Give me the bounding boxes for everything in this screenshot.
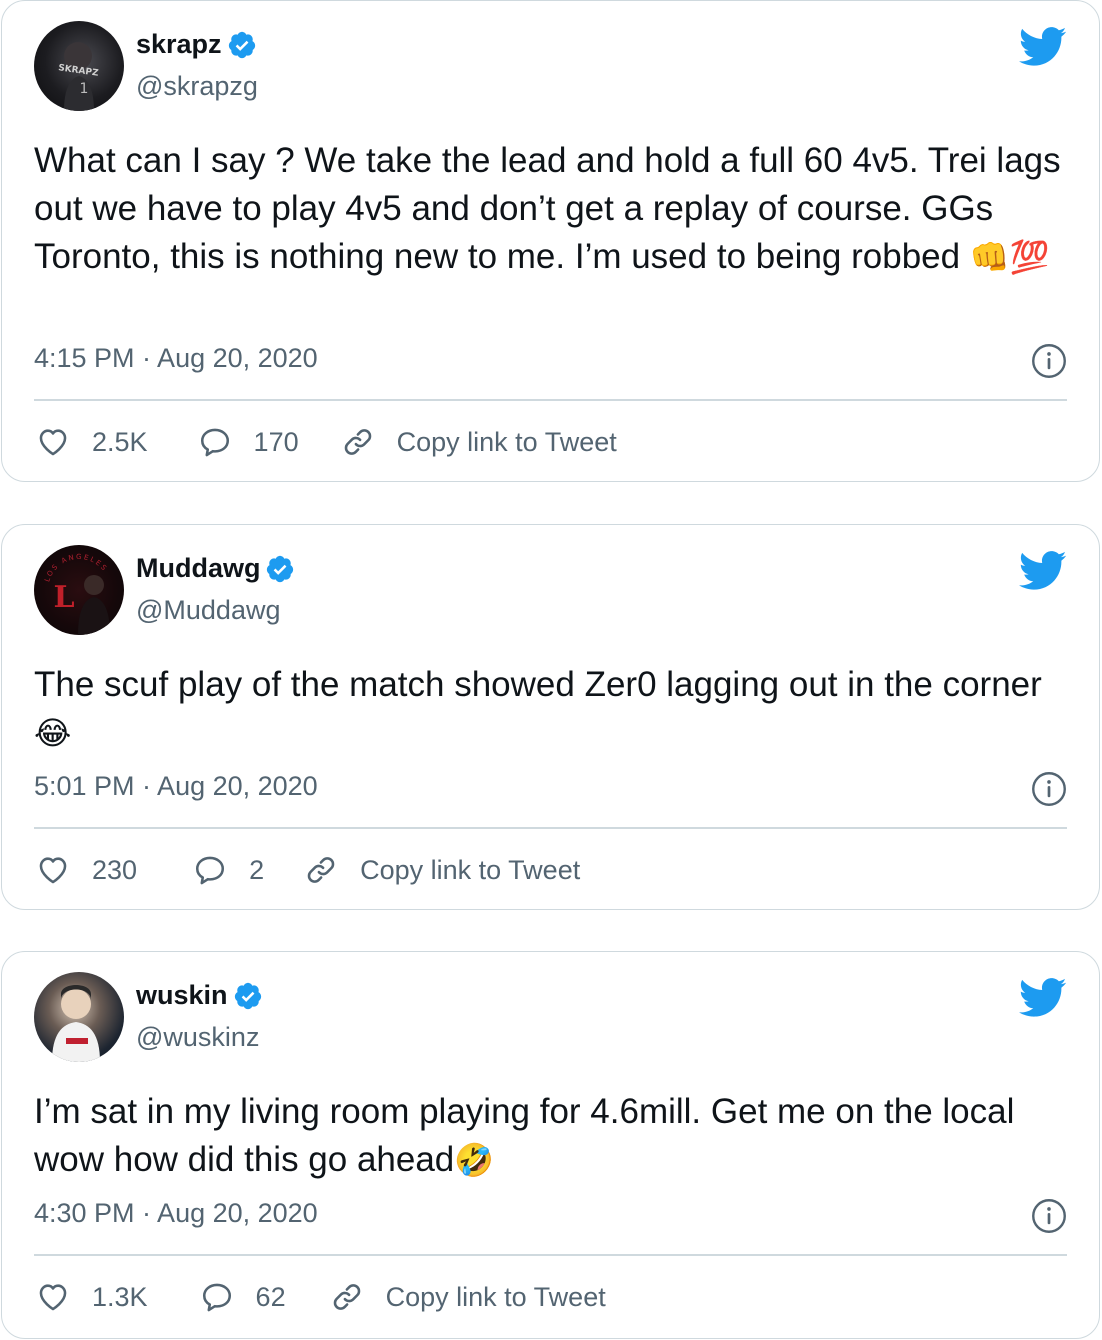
author-handle[interactable]: @Muddawg [136, 595, 280, 626]
svg-text:1: 1 [80, 81, 89, 97]
verified-badge-icon [227, 30, 257, 60]
tweet-timestamp[interactable]: 4:15 PM · Aug 20, 2020 [34, 343, 318, 374]
author-name[interactable]: skrapz [136, 29, 222, 60]
author-name[interactable]: wuskin [136, 980, 228, 1011]
tweet-card[interactable]: LOS ANGELES L Muddawg @Muddawg The scuf … [1, 524, 1100, 910]
tweet-text-body: The scuf play of the match showed Zer0 l… [34, 665, 1042, 704]
copy-link-button[interactable]: Copy link to Tweet [341, 425, 617, 459]
tweet-card[interactable]: SKRAPZ 1 skrapz @skrapzg What can I say … [1, 0, 1100, 482]
heart-icon [36, 1280, 70, 1314]
twitter-bird-icon[interactable] [1019, 978, 1067, 1018]
tweet-emoji: 😂 [34, 714, 72, 752]
tweet-text: The scuf play of the match showed Zer0 l… [34, 661, 1063, 757]
author-handle[interactable]: @skrapzg [136, 71, 258, 102]
tweet-text-body: I’m sat in my living room playing for 4.… [34, 1092, 1015, 1179]
heart-icon [36, 853, 70, 887]
verified-badge-icon [265, 554, 295, 584]
reply-button[interactable]: 2 [193, 853, 264, 887]
reply-bubble-icon [200, 1280, 234, 1314]
reply-bubble-icon [198, 425, 232, 459]
info-icon[interactable] [1031, 343, 1067, 379]
tweet-text: I’m sat in my living room playing for 4.… [34, 1088, 1063, 1184]
divider [34, 1254, 1067, 1256]
like-count: 1.3K [92, 1281, 148, 1312]
divider [34, 827, 1067, 829]
copy-link-label: Copy link to Tweet [360, 854, 581, 885]
info-icon[interactable] [1031, 1198, 1067, 1234]
like-button[interactable]: 1.3K [36, 1280, 148, 1314]
tweet-timestamp[interactable]: 4:30 PM · Aug 20, 2020 [34, 1198, 318, 1229]
author-name[interactable]: Muddawg [136, 553, 260, 584]
tweet-card[interactable]: wuskin @wuskinz I’m sat in my living roo… [1, 951, 1100, 1339]
tweet-text-body: What can I say ? We take the lead and ho… [34, 141, 1061, 276]
avatar[interactable]: LOS ANGELES L [34, 545, 124, 635]
tweet-emoji: 🤣 [454, 1141, 495, 1179]
like-button[interactable]: 2.5K [36, 425, 148, 459]
link-icon [341, 425, 375, 459]
reply-button[interactable]: 170 [198, 425, 299, 459]
copy-link-button[interactable]: Copy link to Tweet [304, 853, 580, 887]
tweet-text: What can I say ? We take the lead and ho… [34, 137, 1063, 281]
reply-count: 170 [253, 426, 299, 457]
verified-badge-icon [233, 981, 263, 1011]
avatar[interactable]: SKRAPZ 1 [34, 21, 124, 111]
reply-bubble-icon [193, 853, 227, 887]
divider [34, 399, 1067, 401]
like-count: 2.5K [92, 426, 148, 457]
like-button[interactable]: 230 [36, 853, 137, 887]
tweet-actions: 230 2 Copy link to Tweet [36, 853, 580, 887]
like-count: 230 [92, 854, 138, 885]
tweet-actions: 1.3K 62 Copy link to Tweet [36, 1280, 606, 1314]
copy-link-button[interactable]: Copy link to Tweet [330, 1280, 606, 1314]
author-handle[interactable]: @wuskinz [136, 1022, 259, 1053]
heart-icon [36, 425, 70, 459]
twitter-bird-icon[interactable] [1019, 551, 1067, 591]
info-icon[interactable] [1031, 771, 1067, 807]
svg-text:L: L [53, 580, 74, 615]
twitter-bird-icon[interactable] [1019, 27, 1067, 67]
tweet-actions: 2.5K 170 Copy link to Tweet [36, 425, 617, 459]
reply-count: 62 [255, 1281, 286, 1312]
avatar[interactable] [34, 972, 124, 1062]
reply-count: 2 [249, 854, 265, 885]
link-icon [330, 1280, 364, 1314]
link-icon [304, 853, 338, 887]
reply-button[interactable]: 62 [200, 1280, 286, 1314]
copy-link-label: Copy link to Tweet [396, 426, 617, 457]
tweet-timestamp[interactable]: 5:01 PM · Aug 20, 2020 [34, 771, 318, 802]
tweet-emoji: 👊💯 [969, 238, 1050, 276]
copy-link-label: Copy link to Tweet [385, 1281, 606, 1312]
